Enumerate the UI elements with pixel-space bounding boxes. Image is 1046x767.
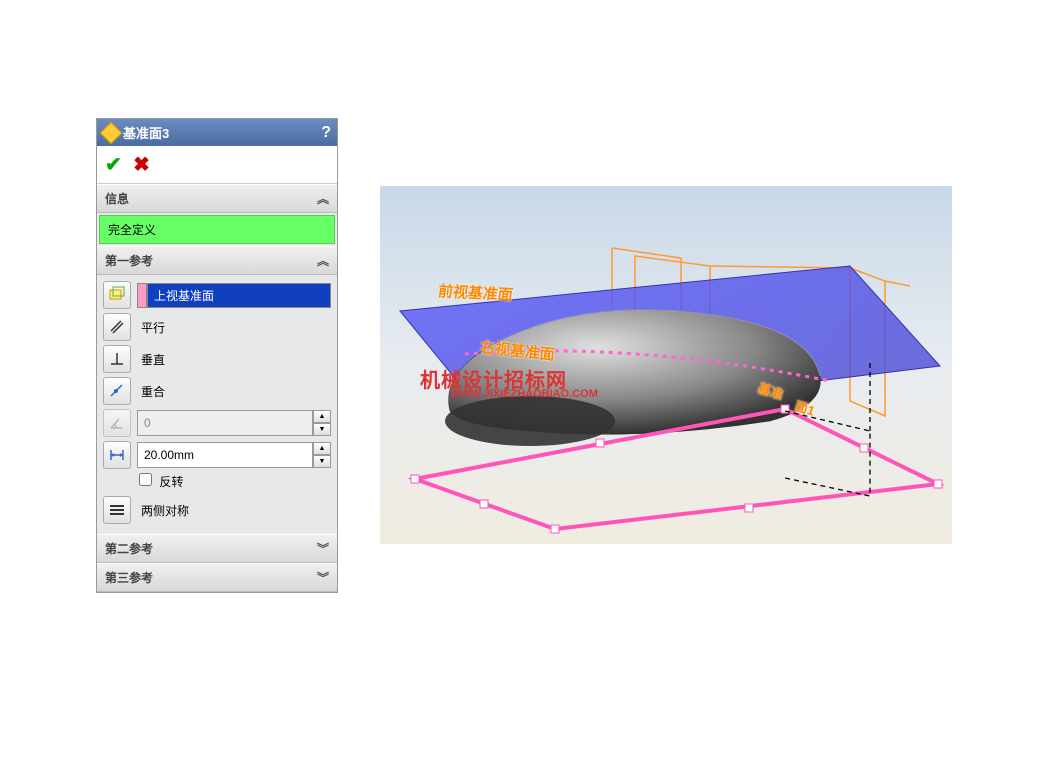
angle-spinner: ▲ ▼	[313, 410, 331, 436]
selection-icon[interactable]	[103, 281, 131, 309]
flip-row[interactable]: 反转	[103, 473, 331, 490]
collapse-icon: ︽	[317, 190, 329, 207]
perpendicular-label: 垂直	[137, 351, 165, 368]
coincident-option[interactable]: 重合	[103, 377, 331, 405]
ref1-body: 上视基准面 平行 垂直 重合 ▲	[97, 275, 337, 534]
help-button[interactable]: ?	[321, 124, 331, 142]
front-plane-label: 前视基准面	[437, 280, 515, 305]
distance-row: ▲ ▼	[103, 441, 331, 469]
distance-spinner[interactable]: ▲ ▼	[313, 442, 331, 468]
feature-title: 基准面3	[123, 123, 169, 142]
ref2-title: 第二参考	[105, 540, 153, 557]
parallel-icon	[103, 313, 131, 341]
expand-icon: ︾	[317, 540, 329, 557]
ref1-selection-field[interactable]: 上视基准面	[137, 283, 331, 308]
ref2-header[interactable]: 第二参考 ︾	[97, 534, 337, 563]
parallel-label: 平行	[137, 319, 165, 336]
action-bar: ✔ ✖	[97, 146, 337, 184]
distance-down[interactable]: ▼	[313, 455, 331, 468]
distance-input[interactable]	[137, 442, 313, 468]
panel-title-bar: 基准面3 ?	[97, 119, 337, 146]
plane-feature-icon	[100, 121, 123, 144]
graphics-viewport[interactable]: 前视基准面 右视基准面 基准 面1 机械设计招标网 WWW.JIXIEZHAOB…	[380, 186, 952, 544]
midplane-option[interactable]: 两侧对称	[103, 496, 331, 524]
coincident-label: 重合	[137, 383, 165, 400]
perpendicular-option[interactable]: 垂直	[103, 345, 331, 373]
coincident-icon	[103, 377, 131, 405]
cancel-button[interactable]: ✖	[133, 154, 150, 176]
ref1-selected-value: 上视基准面	[147, 283, 331, 308]
flip-checkbox[interactable]	[139, 473, 152, 486]
selection-color-tag	[137, 283, 147, 308]
midplane-icon	[103, 496, 131, 524]
collapse-icon: ︽	[317, 252, 329, 269]
feature-property-panel: 基准面3 ? ✔ ✖ 信息 ︽ 完全定义 第一参考 ︽ 上视基准面 平行	[96, 118, 338, 593]
angle-icon	[103, 409, 131, 437]
angle-input	[137, 410, 313, 436]
ref1-title: 第一参考	[105, 252, 153, 269]
expand-icon: ︾	[317, 569, 329, 586]
ref3-header[interactable]: 第三参考 ︾	[97, 563, 337, 592]
angle-up: ▲	[313, 410, 331, 423]
flip-label: 反转	[159, 475, 183, 489]
angle-row: ▲ ▼	[103, 409, 331, 437]
info-header[interactable]: 信息 ︽	[97, 184, 337, 213]
distance-icon[interactable]	[103, 441, 131, 469]
perpendicular-icon	[103, 345, 131, 373]
ok-button[interactable]: ✔	[105, 154, 122, 176]
status-banner: 完全定义	[99, 215, 335, 244]
parallel-option[interactable]: 平行	[103, 313, 331, 341]
ref1-header[interactable]: 第一参考 ︽	[97, 246, 337, 275]
info-title: 信息	[105, 190, 129, 207]
watermark-sub: WWW.JIXIEZHAOBIAO.COM	[450, 388, 598, 400]
angle-down: ▼	[313, 423, 331, 436]
midplane-label: 两侧对称	[137, 502, 189, 519]
ref1-selection-row: 上视基准面	[103, 281, 331, 309]
ref3-title: 第三参考	[105, 569, 153, 586]
distance-up[interactable]: ▲	[313, 442, 331, 455]
